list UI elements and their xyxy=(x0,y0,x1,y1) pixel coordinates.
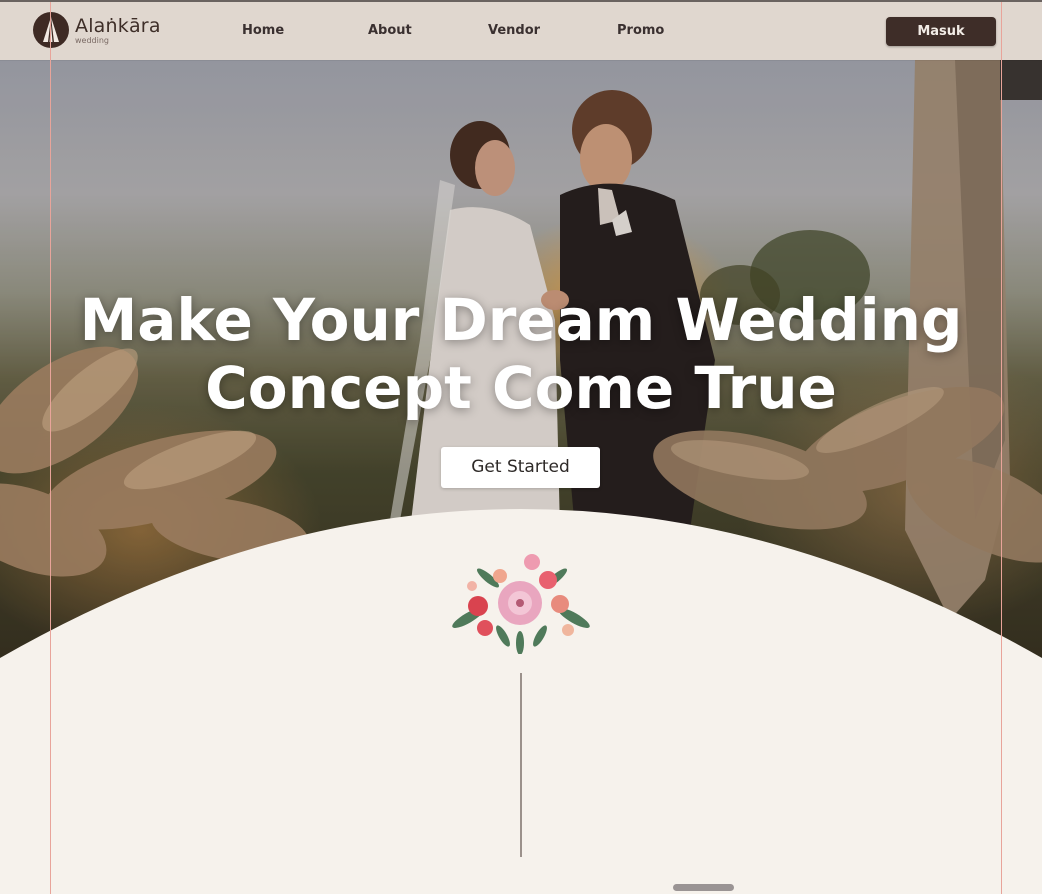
layout-guide-left xyxy=(50,0,51,894)
nav-link-home[interactable]: Home xyxy=(242,22,284,40)
scroll-indicator[interactable] xyxy=(673,884,734,891)
brand-logo[interactable]: Alaṅkāra wedding xyxy=(33,12,173,50)
hero-title-line-1: Make Your Dream Wedding xyxy=(79,286,963,354)
logo-mark-icon xyxy=(33,12,69,48)
layout-guide-right xyxy=(1001,0,1002,894)
nav-link-promo[interactable]: Promo xyxy=(617,22,664,40)
nav-link-about[interactable]: About xyxy=(368,22,412,40)
brand-tagline: wedding xyxy=(75,36,109,45)
flower-bouquet-icon xyxy=(452,554,590,654)
navbar: Alaṅkāra wedding Home About Vendor Promo… xyxy=(0,2,1042,60)
nav-link-vendor[interactable]: Vendor xyxy=(488,22,540,40)
login-button[interactable]: Masuk xyxy=(886,17,996,46)
get-started-button[interactable]: Get Started xyxy=(441,447,600,488)
hero-title-line-2: Concept Come True xyxy=(205,354,837,422)
brand-name: Alaṅkāra xyxy=(75,15,161,37)
top-border xyxy=(0,0,1042,2)
vertical-divider xyxy=(520,673,522,857)
hero-title: Make Your Dream Wedding Concept Come Tru… xyxy=(0,286,1042,422)
